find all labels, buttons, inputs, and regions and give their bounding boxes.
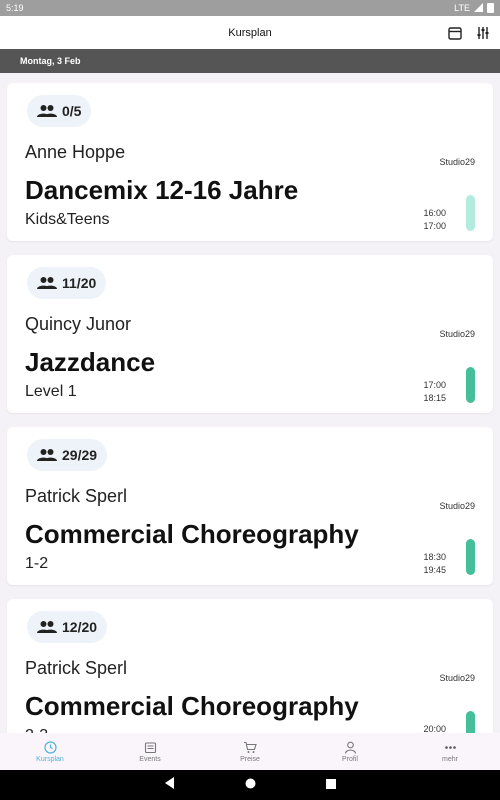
course-level: Level 1: [25, 383, 77, 400]
start-time: 16:00: [423, 208, 446, 218]
filter-icon[interactable]: [474, 24, 492, 42]
nav-label: Kursplan: [36, 755, 64, 763]
people-icon: [37, 449, 57, 461]
availability-indicator: [466, 195, 475, 231]
clock-icon: [43, 740, 57, 754]
date-header: Montag, 3 Feb: [0, 49, 500, 73]
end-time: 18:15: [423, 393, 446, 403]
nav-events[interactable]: Events: [100, 733, 200, 770]
course-name: Commercial Choreography: [25, 691, 359, 721]
studio-name: Studio29: [439, 329, 475, 339]
start-time: 18:30: [423, 552, 446, 562]
capacity-label: 12/20: [62, 619, 98, 635]
nav-preise[interactable]: Preise: [200, 733, 300, 770]
capacity-badge: 11/20: [27, 267, 107, 299]
course-list[interactable]: 0/5 Anne Hoppe Studio29 Dancemix 12-16 J…: [0, 73, 500, 733]
course-card[interactable]: 12/20 Patrick Sperl Studio29 Commercial …: [7, 599, 493, 733]
nav-profil[interactable]: Profil: [300, 733, 400, 770]
calendar-view-icon[interactable]: [446, 24, 464, 42]
date-label: Montag, 3 Feb: [20, 56, 81, 66]
studio-name: Studio29: [439, 673, 475, 683]
course-name: Jazzdance: [25, 347, 156, 377]
nav-label: Preise: [240, 755, 260, 763]
person-icon: [344, 741, 356, 754]
teacher-name: Patrick Sperl: [25, 486, 128, 506]
teacher-name: Patrick Sperl: [25, 658, 128, 678]
nav-label: mehr: [442, 755, 458, 763]
signal-icon: [474, 2, 483, 14]
availability-indicator: [466, 711, 475, 733]
start-time: 20:00: [423, 724, 446, 733]
nav-label: Profil: [342, 755, 358, 763]
start-time: 17:00: [423, 380, 446, 390]
capacity-badge: 0/5: [27, 95, 92, 127]
course-times: 16:00 17:00: [423, 207, 446, 233]
course-level: 1-2: [25, 555, 49, 572]
app-bar: Kursplan: [0, 16, 500, 49]
course-times: 18:30 19:45: [423, 551, 446, 577]
availability-indicator: [466, 539, 475, 575]
calendar-icon: [144, 741, 156, 753]
capacity-label: 29/29: [62, 447, 98, 463]
course-name: Dancemix 12-16 Jahre: [25, 175, 299, 205]
people-icon: [37, 621, 57, 633]
end-time: 19:45: [423, 565, 446, 575]
recents-icon[interactable]: [325, 776, 336, 794]
nav-kursplan[interactable]: Kursplan: [0, 733, 100, 770]
course-name: Commercial Choreography: [25, 519, 359, 549]
studio-name: Studio29: [439, 157, 475, 167]
bottom-navigation: Kursplan Events Preise Profil mehr: [0, 733, 500, 770]
end-time: 17:00: [423, 221, 446, 231]
course-times: 17:00 18:15: [423, 379, 446, 405]
nav-label: Events: [139, 755, 161, 763]
status-time: 5:19: [6, 3, 24, 13]
teacher-name: Anne Hoppe: [25, 142, 126, 162]
status-bar: 5:19 LTE: [0, 0, 500, 16]
home-icon[interactable]: [245, 776, 256, 794]
nav-mehr[interactable]: mehr: [400, 733, 500, 770]
capacity-badge: 29/29: [27, 439, 108, 471]
course-level: Kids&Teens: [25, 211, 110, 228]
page-title: Kursplan: [228, 26, 272, 39]
back-icon[interactable]: [164, 776, 175, 794]
people-icon: [37, 105, 57, 117]
capacity-label: 11/20: [62, 275, 97, 291]
course-card[interactable]: 11/20 Quincy Junor Studio29 Jazzdance Le…: [7, 255, 493, 413]
availability-indicator: [466, 367, 475, 403]
course-times: 20:00: [423, 723, 446, 733]
battery-icon: [487, 3, 494, 13]
cart-icon: [244, 741, 257, 753]
studio-name: Studio29: [439, 501, 475, 511]
course-card[interactable]: 29/29 Patrick Sperl Studio29 Commercial …: [7, 427, 493, 585]
capacity-badge: 12/20: [27, 611, 108, 643]
more-icon: [444, 745, 456, 749]
course-card[interactable]: 0/5 Anne Hoppe Studio29 Dancemix 12-16 J…: [7, 83, 493, 241]
people-icon: [37, 277, 57, 289]
teacher-name: Quincy Junor: [25, 314, 132, 334]
system-nav-bar: [0, 770, 500, 800]
network-label: LTE: [454, 3, 470, 13]
capacity-label: 0/5: [62, 103, 82, 119]
